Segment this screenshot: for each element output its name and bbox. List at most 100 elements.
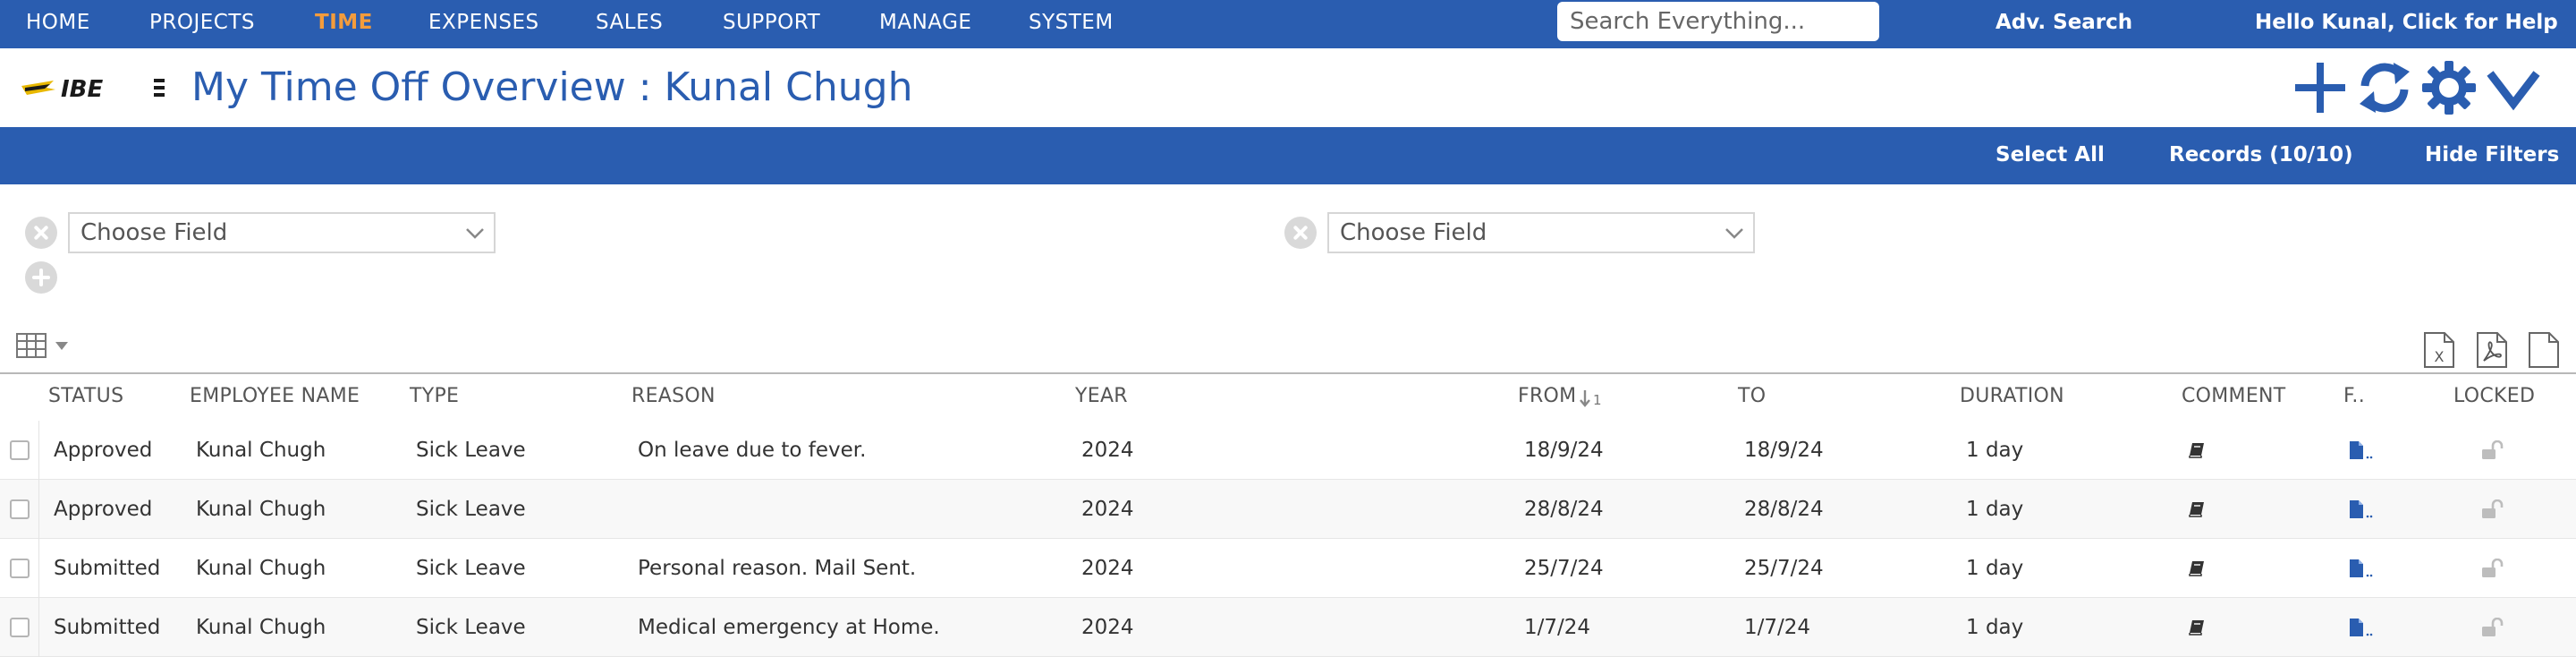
- cell-duration: 1 day: [1966, 439, 2024, 462]
- row-checkbox[interactable]: [10, 499, 30, 519]
- row-divider: [38, 421, 39, 480]
- select-all-button[interactable]: Select All: [1996, 143, 2105, 166]
- nav-support[interactable]: SUPPORT: [723, 11, 820, 34]
- nav-time[interactable]: TIME: [315, 11, 373, 34]
- export-pdf-icon[interactable]: [2476, 331, 2508, 369]
- col-from[interactable]: FROM: [1518, 385, 1576, 407]
- chevron-down-icon[interactable]: [2485, 59, 2542, 116]
- unlocked-icon[interactable]: [2481, 499, 2506, 519]
- adv-search-link[interactable]: Adv. Search: [1996, 11, 2132, 34]
- refresh-icon[interactable]: [2356, 59, 2413, 116]
- cell-duration: 1 day: [1966, 557, 2024, 580]
- col-employee-name[interactable]: EMPLOYEE NAME: [190, 385, 360, 407]
- cell-year: 2024: [1081, 498, 1134, 521]
- cell-from: 28/8/24: [1524, 498, 1604, 521]
- row-checkbox[interactable]: [10, 618, 30, 637]
- filter-field-select-2[interactable]: Choose Field: [1327, 212, 1755, 253]
- nav-projects[interactable]: PROJECTS: [149, 11, 255, 34]
- table-row[interactable]: Submitted Kunal Chugh Sick Leave Personal r…: [0, 539, 2576, 598]
- table-header: STATUS EMPLOYEE NAME TYPE REASON YEAR FR…: [0, 372, 2576, 421]
- nav-sales[interactable]: SALES: [596, 11, 663, 34]
- remove-filter-1-icon[interactable]: [25, 217, 57, 249]
- add-filter-icon[interactable]: [25, 261, 57, 294]
- col-locked[interactable]: LOCKED: [2453, 385, 2535, 407]
- cell-reason: Medical emergency at Home.: [638, 616, 940, 639]
- table-row[interactable]: Approved Kunal Chugh Sick Leave On leave du…: [0, 421, 2576, 480]
- unlocked-icon[interactable]: [2481, 559, 2506, 578]
- cell-to: 1/7/24: [1744, 616, 1811, 639]
- col-type[interactable]: TYPE: [410, 385, 459, 407]
- page-header: IBE My Time Off Overview : Kunal Chugh: [0, 48, 2576, 127]
- cell-employee: Kunal Chugh: [196, 498, 326, 521]
- comment-icon[interactable]: [2188, 619, 2206, 636]
- filter-field-2-placeholder: Choose Field: [1340, 219, 1487, 246]
- cell-employee: Kunal Chugh: [196, 439, 326, 462]
- svg-text:X: X: [2435, 348, 2445, 365]
- nav-system[interactable]: SYSTEM: [1029, 11, 1114, 34]
- comment-icon[interactable]: [2188, 500, 2206, 518]
- hide-filters-button[interactable]: Hide Filters: [2425, 143, 2559, 166]
- export-excel-icon[interactable]: X: [2423, 331, 2455, 369]
- cell-reason: Personal reason. Mail Sent.: [638, 557, 917, 580]
- file-icon[interactable]: [2349, 559, 2374, 578]
- row-checkbox[interactable]: [10, 559, 30, 578]
- comment-icon[interactable]: [2188, 441, 2206, 459]
- settings-gear-icon[interactable]: [2420, 59, 2478, 116]
- cell-type: Sick Leave: [416, 498, 526, 521]
- cell-status: Approved: [54, 439, 153, 462]
- search-input[interactable]: [1557, 2, 1879, 41]
- file-icon[interactable]: [2349, 618, 2374, 637]
- cell-employee: Kunal Chugh: [196, 616, 326, 639]
- cell-duration: 1 day: [1966, 498, 2024, 521]
- export-file-icon[interactable]: [2528, 331, 2560, 369]
- cell-status: Approved: [54, 498, 153, 521]
- cell-year: 2024: [1081, 616, 1134, 639]
- company-logo: IBE: [21, 76, 165, 103]
- cell-year: 2024: [1081, 557, 1134, 580]
- chevron-down-icon: [1725, 228, 1743, 239]
- cell-year: 2024: [1081, 439, 1134, 462]
- comment-icon[interactable]: [2188, 559, 2206, 577]
- cell-employee: Kunal Chugh: [196, 557, 326, 580]
- col-duration[interactable]: DURATION: [1960, 385, 2064, 407]
- sort-desc-icon[interactable]: [1579, 388, 1591, 408]
- nav-home[interactable]: HOME: [26, 11, 90, 34]
- table-row[interactable]: Submitted Kunal Chugh Sick Leave Medical em…: [0, 598, 2576, 657]
- sort-order-number: 1: [1593, 392, 1602, 408]
- cell-type: Sick Leave: [416, 439, 526, 462]
- filter-field-select-1[interactable]: Choose Field: [68, 212, 496, 253]
- view-options-dropdown-icon[interactable]: [55, 342, 68, 350]
- col-comment[interactable]: COMMENT: [2182, 385, 2286, 407]
- nav-expenses[interactable]: EXPENSES: [428, 11, 539, 34]
- cell-to: 18/9/24: [1744, 439, 1824, 462]
- chevron-down-icon: [466, 228, 484, 239]
- cell-type: Sick Leave: [416, 557, 526, 580]
- col-reason[interactable]: REASON: [631, 385, 716, 407]
- unlocked-icon[interactable]: [2481, 440, 2506, 460]
- cell-duration: 1 day: [1966, 616, 2024, 639]
- add-icon[interactable]: [2292, 59, 2349, 116]
- row-checkbox[interactable]: [10, 440, 30, 460]
- col-to[interactable]: TO: [1738, 385, 1766, 407]
- row-divider: [38, 480, 39, 539]
- row-divider: [38, 598, 39, 657]
- cell-type: Sick Leave: [416, 616, 526, 639]
- col-year[interactable]: YEAR: [1075, 385, 1128, 407]
- col-status[interactable]: STATUS: [48, 385, 123, 407]
- help-greeting-link[interactable]: Hello Kunal, Click for Help: [2255, 11, 2558, 34]
- unlocked-icon[interactable]: [2481, 618, 2506, 637]
- records-count[interactable]: Records (10/10): [2169, 143, 2353, 166]
- file-icon[interactable]: [2349, 499, 2374, 519]
- col-files[interactable]: F..: [2343, 385, 2365, 407]
- table-view-icon[interactable]: [16, 333, 47, 358]
- logo-text: IBE: [61, 76, 103, 103]
- remove-filter-2-icon[interactable]: [1284, 217, 1317, 249]
- table-row[interactable]: Approved Kunal Chugh Sick Leave 2024 28/8/24…: [0, 480, 2576, 539]
- cell-status: Submitted: [54, 557, 161, 580]
- cell-from: 25/7/24: [1524, 557, 1604, 580]
- file-icon[interactable]: [2349, 440, 2374, 460]
- nav-manage[interactable]: MANAGE: [879, 11, 971, 34]
- cell-to: 25/7/24: [1744, 557, 1824, 580]
- filter-field-1-placeholder: Choose Field: [80, 219, 228, 246]
- top-nav: HOME PROJECTS TIME EXPENSES SALES SUPPOR…: [0, 0, 2576, 48]
